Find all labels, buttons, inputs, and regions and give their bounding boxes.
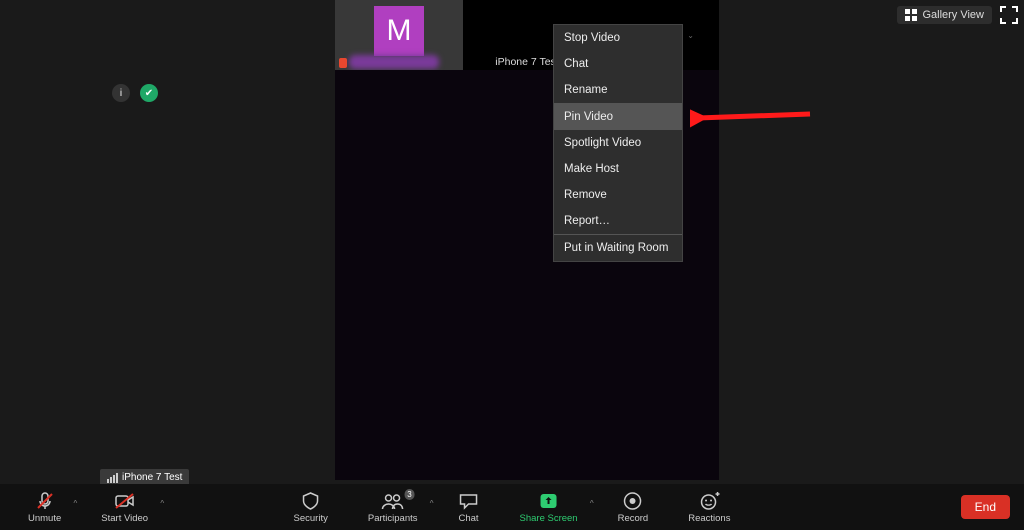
menu-pin-video[interactable]: Pin Video	[554, 104, 682, 130]
menu-make-host[interactable]: Make Host	[554, 156, 682, 182]
participants-button[interactable]: ^ 3 Participants	[362, 491, 424, 524]
chat-button[interactable]: Chat	[452, 491, 486, 524]
unmute-label: Unmute	[28, 513, 61, 524]
chevron-up-icon[interactable]: ^	[160, 499, 164, 508]
muted-icon	[339, 58, 347, 68]
menu-spotlight-video[interactable]: Spotlight Video	[554, 130, 682, 156]
menu-report[interactable]: Report…	[554, 208, 682, 234]
gallery-view-button[interactable]: Gallery View	[897, 6, 992, 24]
start-video-button[interactable]: ^ Start Video	[95, 491, 154, 524]
menu-stop-video[interactable]: Stop Video	[554, 25, 682, 51]
avatar: M	[374, 6, 424, 56]
chevron-up-icon[interactable]: ^	[430, 499, 434, 508]
menu-chat[interactable]: Chat	[554, 51, 682, 77]
chat-icon	[458, 491, 480, 511]
grid-icon	[905, 9, 917, 21]
participants-label: Participants	[368, 513, 418, 524]
share-screen-button[interactable]: ^ Share Screen	[514, 491, 584, 524]
shield-icon	[301, 491, 321, 511]
reactions-label: Reactions	[688, 513, 730, 524]
arrow-annotation	[690, 104, 820, 134]
thumb-participant-1[interactable]: M	[335, 0, 463, 70]
participants-icon: 3	[381, 491, 405, 511]
end-meeting-button[interactable]: End	[961, 495, 1010, 519]
chevron-up-icon[interactable]: ^	[74, 499, 78, 508]
menu-waiting-room[interactable]: Put in Waiting Room	[554, 235, 682, 261]
record-label: Record	[618, 513, 649, 524]
share-screen-label: Share Screen	[520, 513, 578, 524]
thumb-name	[339, 58, 347, 68]
tooltip-text: iPhone 7 Test	[122, 472, 182, 483]
participant-context-menu: Stop Video Chat Rename Pin Video Spotlig…	[553, 24, 683, 262]
chat-label: Chat	[458, 513, 478, 524]
shield-icon[interactable]: ✔	[140, 84, 158, 102]
start-video-label: Start Video	[101, 513, 148, 524]
fullscreen-icon[interactable]	[1000, 6, 1018, 24]
gallery-view-label: Gallery View	[922, 9, 984, 21]
reactions-button[interactable]: Reactions	[682, 491, 736, 524]
top-right-controls: Gallery View	[897, 6, 1018, 24]
unmute-button[interactable]: ^ Unmute	[22, 491, 67, 524]
name-blurred	[349, 55, 439, 69]
info-icon[interactable]: i	[112, 84, 130, 102]
menu-rename[interactable]: Rename	[554, 77, 682, 103]
chevron-down-icon: ⌄	[687, 31, 694, 40]
record-button[interactable]: Record	[612, 491, 655, 524]
microphone-slash-icon	[35, 491, 55, 511]
video-slash-icon	[114, 491, 136, 511]
bottom-toolbar: ^ Unmute ^ Start Video Security ^ 3	[0, 484, 1024, 530]
participants-count: 3	[404, 489, 414, 500]
security-button[interactable]: Security	[288, 491, 334, 524]
security-label: Security	[294, 513, 328, 524]
signal-icon	[107, 473, 118, 483]
share-icon	[538, 491, 560, 511]
record-icon	[623, 491, 643, 511]
meeting-info-icons: i ✔	[112, 84, 158, 102]
chevron-up-icon[interactable]: ^	[590, 499, 594, 508]
smile-plus-icon	[698, 491, 720, 511]
menu-remove[interactable]: Remove	[554, 182, 682, 208]
